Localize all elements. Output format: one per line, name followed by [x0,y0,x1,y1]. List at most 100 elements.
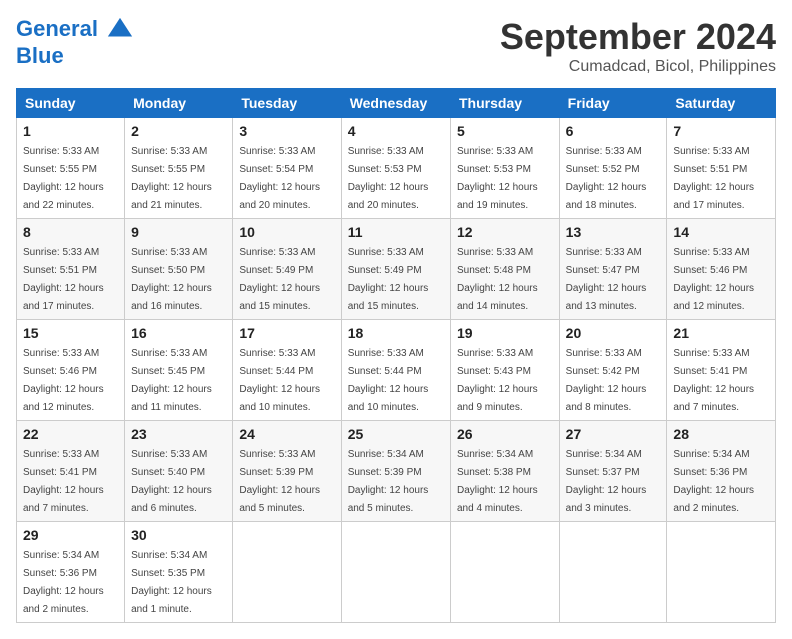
day-header-friday: Friday [559,89,667,118]
calendar-cell: 9 Sunrise: 5:33 AM Sunset: 5:50 PM Daylig… [125,219,233,320]
calendar-cell [233,522,341,623]
calendar-cell: 22 Sunrise: 5:33 AM Sunset: 5:41 PM Dayli… [17,421,125,522]
day-header-wednesday: Wednesday [341,89,450,118]
day-number: 9 [131,224,226,240]
calendar-cell: 15 Sunrise: 5:33 AM Sunset: 5:46 PM Dayli… [17,320,125,421]
day-detail: Sunrise: 5:33 AM Sunset: 5:50 PM Dayligh… [131,247,212,312]
day-detail: Sunrise: 5:34 AM Sunset: 5:39 PM Dayligh… [348,449,429,514]
day-detail: Sunrise: 5:33 AM Sunset: 5:46 PM Dayligh… [673,247,754,312]
calendar-cell: 3 Sunrise: 5:33 AM Sunset: 5:54 PM Daylig… [233,118,341,219]
day-detail: Sunrise: 5:33 AM Sunset: 5:55 PM Dayligh… [131,146,212,211]
day-number: 25 [348,426,444,442]
week-row-3: 15 Sunrise: 5:33 AM Sunset: 5:46 PM Dayli… [17,320,776,421]
day-number: 22 [23,426,118,442]
day-header-sunday: Sunday [17,89,125,118]
week-row-1: 1 Sunrise: 5:33 AM Sunset: 5:55 PM Daylig… [17,118,776,219]
calendar-cell [667,522,776,623]
day-detail: Sunrise: 5:33 AM Sunset: 5:53 PM Dayligh… [457,146,538,211]
day-number: 10 [239,224,334,240]
week-row-4: 22 Sunrise: 5:33 AM Sunset: 5:41 PM Dayli… [17,421,776,522]
day-detail: Sunrise: 5:33 AM Sunset: 5:44 PM Dayligh… [348,348,429,413]
logo: General Blue [16,16,134,68]
day-number: 20 [566,325,661,341]
day-number: 29 [23,527,118,543]
day-number: 7 [673,123,769,139]
day-detail: Sunrise: 5:33 AM Sunset: 5:41 PM Dayligh… [23,449,104,514]
calendar-cell: 6 Sunrise: 5:33 AM Sunset: 5:52 PM Daylig… [559,118,667,219]
day-detail: Sunrise: 5:34 AM Sunset: 5:37 PM Dayligh… [566,449,647,514]
calendar-cell [451,522,560,623]
calendar-cell: 18 Sunrise: 5:33 AM Sunset: 5:44 PM Dayli… [341,320,450,421]
day-detail: Sunrise: 5:33 AM Sunset: 5:43 PM Dayligh… [457,348,538,413]
calendar-cell: 7 Sunrise: 5:33 AM Sunset: 5:51 PM Daylig… [667,118,776,219]
week-row-5: 29Sunrise: 5:34 AM Sunset: 5:36 PM Dayli… [17,522,776,623]
day-detail: Sunrise: 5:33 AM Sunset: 5:54 PM Dayligh… [239,146,320,211]
day-number: 27 [566,426,661,442]
calendar-cell [341,522,450,623]
day-number: 14 [673,224,769,240]
logo-blue: Blue [16,43,64,68]
day-detail: Sunrise: 5:33 AM Sunset: 5:52 PM Dayligh… [566,146,647,211]
calendar-cell [559,522,667,623]
day-number: 13 [566,224,661,240]
day-number: 17 [239,325,334,341]
calendar-table: SundayMondayTuesdayWednesdayThursdayFrid… [16,88,776,623]
day-number: 30 [131,527,226,543]
day-header-thursday: Thursday [451,89,560,118]
day-detail: Sunrise: 5:33 AM Sunset: 5:55 PM Dayligh… [23,146,104,211]
day-detail: Sunrise: 5:33 AM Sunset: 5:47 PM Dayligh… [566,247,647,312]
calendar-cell: 12Sunrise: 5:33 AM Sunset: 5:48 PM Dayli… [451,219,560,320]
calendar-cell: 20 Sunrise: 5:33 AM Sunset: 5:42 PM Dayli… [559,320,667,421]
day-detail: Sunrise: 5:33 AM Sunset: 5:46 PM Dayligh… [23,348,104,413]
day-header-monday: Monday [125,89,233,118]
day-detail: Sunrise: 5:33 AM Sunset: 5:44 PM Dayligh… [239,348,320,413]
day-number: 21 [673,325,769,341]
calendar-cell: 26 Sunrise: 5:34 AM Sunset: 5:38 PM Dayli… [451,421,560,522]
day-number: 8 [23,224,118,240]
location-title: Cumadcad, Bicol, Philippines [500,58,776,76]
calendar-cell: 27 Sunrise: 5:34 AM Sunset: 5:37 PM Dayli… [559,421,667,522]
day-number: 6 [566,123,661,139]
calendar-cell: 30 Sunrise: 5:34 AM Sunset: 5:35 PM Dayli… [125,522,233,623]
day-number: 16 [131,325,226,341]
calendar-body: 1 Sunrise: 5:33 AM Sunset: 5:55 PM Daylig… [17,118,776,623]
day-number: 18 [348,325,444,341]
day-detail: Sunrise: 5:33 AM Sunset: 5:51 PM Dayligh… [673,146,754,211]
day-number: 12 [457,224,553,240]
day-number: 24 [239,426,334,442]
day-number: 1 [23,123,118,139]
day-detail: Sunrise: 5:33 AM Sunset: 5:39 PM Dayligh… [239,449,320,514]
day-number: 15 [23,325,118,341]
month-title: September 2024 [500,16,776,58]
day-detail: Sunrise: 5:33 AM Sunset: 5:41 PM Dayligh… [673,348,754,413]
calendar-cell: 24 Sunrise: 5:33 AM Sunset: 5:39 PM Dayli… [233,421,341,522]
day-number: 5 [457,123,553,139]
day-number: 19 [457,325,553,341]
day-header-saturday: Saturday [667,89,776,118]
calendar-cell: 8Sunrise: 5:33 AM Sunset: 5:51 PM Daylig… [17,219,125,320]
calendar-cell: 29Sunrise: 5:34 AM Sunset: 5:36 PM Dayli… [17,522,125,623]
day-detail: Sunrise: 5:33 AM Sunset: 5:45 PM Dayligh… [131,348,212,413]
week-row-2: 8Sunrise: 5:33 AM Sunset: 5:51 PM Daylig… [17,219,776,320]
title-area: September 2024 Cumadcad, Bicol, Philippi… [500,16,776,76]
header: General Blue September 2024 Cumadcad, Bi… [16,16,776,76]
calendar-cell: 1 Sunrise: 5:33 AM Sunset: 5:55 PM Daylig… [17,118,125,219]
logo-general: General [16,16,98,41]
day-detail: Sunrise: 5:33 AM Sunset: 5:42 PM Dayligh… [566,348,647,413]
day-detail: Sunrise: 5:34 AM Sunset: 5:36 PM Dayligh… [673,449,754,514]
day-detail: Sunrise: 5:34 AM Sunset: 5:35 PM Dayligh… [131,550,212,615]
day-header-tuesday: Tuesday [233,89,341,118]
calendar-cell: 5 Sunrise: 5:33 AM Sunset: 5:53 PM Daylig… [451,118,560,219]
calendar-header-row: SundayMondayTuesdayWednesdayThursdayFrid… [17,89,776,118]
calendar-cell: 23Sunrise: 5:33 AM Sunset: 5:40 PM Dayli… [125,421,233,522]
calendar-cell: 10Sunrise: 5:33 AM Sunset: 5:49 PM Dayli… [233,219,341,320]
day-number: 3 [239,123,334,139]
day-detail: Sunrise: 5:33 AM Sunset: 5:53 PM Dayligh… [348,146,429,211]
day-number: 26 [457,426,553,442]
day-number: 11 [348,224,444,240]
day-detail: Sunrise: 5:33 AM Sunset: 5:49 PM Dayligh… [348,247,429,312]
day-detail: Sunrise: 5:34 AM Sunset: 5:38 PM Dayligh… [457,449,538,514]
day-detail: Sunrise: 5:33 AM Sunset: 5:40 PM Dayligh… [131,449,212,514]
day-number: 4 [348,123,444,139]
day-number: 28 [673,426,769,442]
